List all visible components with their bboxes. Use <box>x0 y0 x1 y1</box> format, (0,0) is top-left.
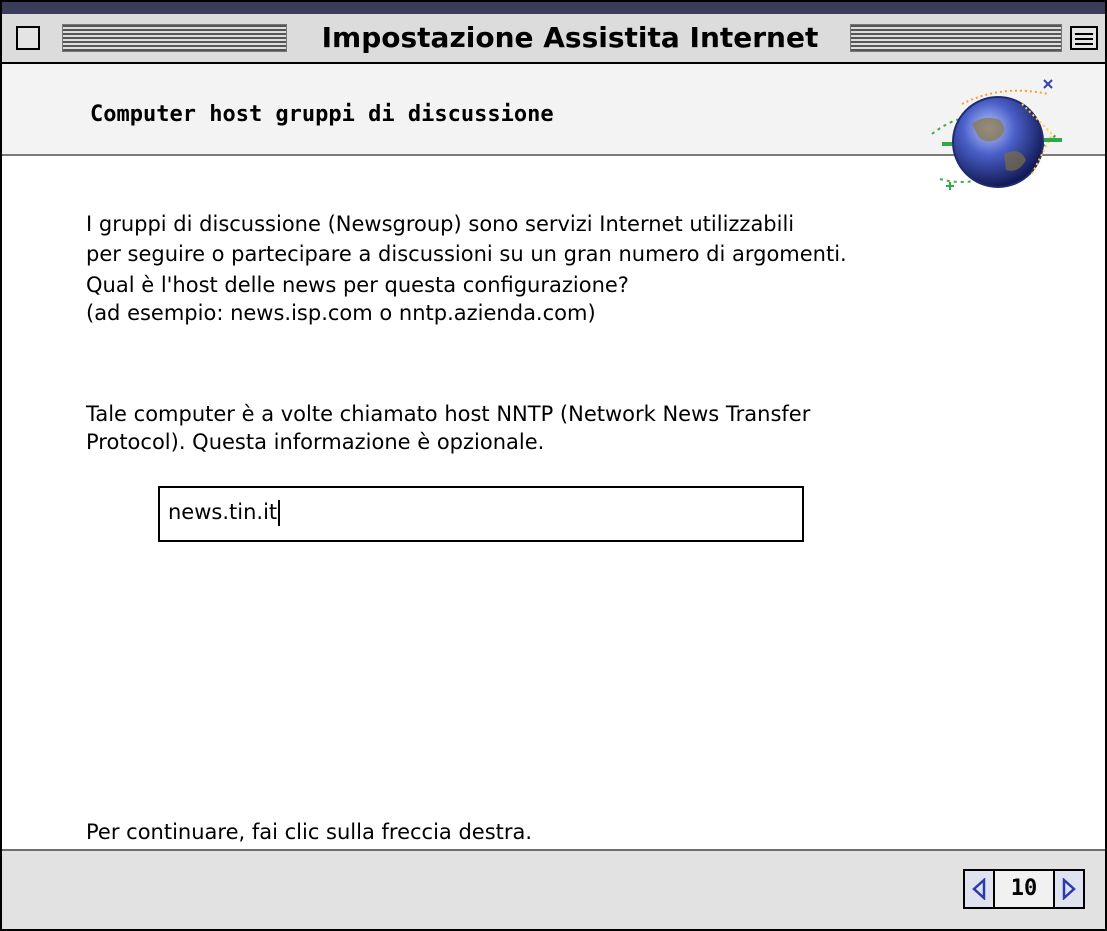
intro-line-1: I gruppi di discussione (Newsgroup) sono… <box>86 212 795 236</box>
desktop-edge <box>2 2 1105 14</box>
question-line: Qual è l'host delle news per questa conf… <box>86 273 629 297</box>
window-title: Impostazione Assistita Internet <box>321 21 819 54</box>
news-host-input[interactable]: news.tin.it <box>158 486 804 542</box>
intro-line-2: per seguire o partecipare a discussioni … <box>86 242 847 266</box>
right-arrow-icon[interactable] <box>1053 869 1085 909</box>
page-title: Computer host gruppi di discussione <box>90 102 554 127</box>
left-arrow-icon[interactable] <box>963 869 995 909</box>
title-bar[interactable]: Impostazione Assistita Internet <box>2 14 1105 64</box>
title-bar-stripes-right <box>850 24 1062 52</box>
close-box-icon[interactable] <box>16 26 40 50</box>
title-bar-stripes-left <box>62 24 287 52</box>
nntp-line-1: Tale computer è a volte chiamato host NN… <box>86 402 811 426</box>
page-number: 10 <box>995 869 1053 909</box>
nntp-line-2: Protocol). Questa informazione è opziona… <box>86 430 545 454</box>
example-line: (ad esempio: news.isp.com o nntp.azienda… <box>86 301 596 325</box>
news-host-value: news.tin.it <box>168 500 278 524</box>
setup-assistant-window: Impostazione Assistita Internet Computer… <box>0 0 1107 931</box>
internet-globe-icon <box>931 79 1062 190</box>
collapse-box-icon[interactable] <box>1070 26 1098 50</box>
footer-bar: 10 <box>2 849 1105 929</box>
continue-instruction: Per continuare, fai clic sulla freccia d… <box>86 820 533 844</box>
page-navigator: 10 <box>963 869 1085 909</box>
text-caret <box>278 500 281 526</box>
